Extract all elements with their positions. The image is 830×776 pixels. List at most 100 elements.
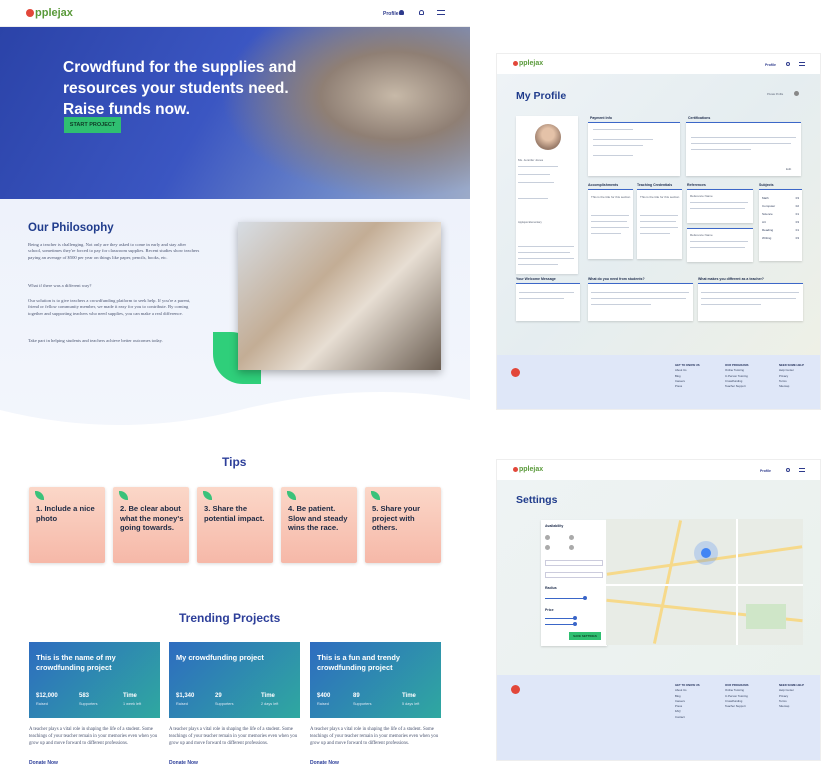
edit-link[interactable]: Edit xyxy=(786,167,791,171)
footer-link[interactable]: Crowdfunding xyxy=(725,699,742,703)
map-view[interactable] xyxy=(606,519,803,645)
placeholder-line xyxy=(518,246,574,248)
philosophy-photo xyxy=(238,222,441,370)
bell-icon[interactable] xyxy=(419,10,424,15)
raised-amount: $1,340 xyxy=(176,693,195,699)
footer-link[interactable]: Press xyxy=(675,384,682,388)
footer-link[interactable]: Teacher Support xyxy=(725,384,746,388)
footer-link[interactable]: Privacy xyxy=(779,694,788,698)
footer-link[interactable]: Careers xyxy=(675,379,685,383)
availability-toggle[interactable] xyxy=(569,535,574,540)
tips-title: Tips xyxy=(222,455,247,469)
top-nav: pplejax Profile xyxy=(497,460,820,480)
placeholder-line xyxy=(518,166,558,168)
philosophy-paragraph: Being a teacher is challenging. Not only… xyxy=(28,242,200,260)
footer-link[interactable]: Teacher Support xyxy=(725,704,746,708)
footer-link[interactable]: In Person Tutoring xyxy=(725,374,748,378)
time-left: 2 days left xyxy=(261,702,279,706)
placeholder-line xyxy=(518,252,570,254)
project-card[interactable]: This is a fun and trendy crowdfunding pr… xyxy=(310,642,441,718)
project-name: My crowdfunding project xyxy=(176,653,264,662)
reference-card: References Reference Name xyxy=(687,183,753,223)
price-slider[interactable] xyxy=(545,624,575,625)
project-card[interactable]: My crowdfunding project $1,340 29 Time R… xyxy=(169,642,300,718)
project-name: This is a fun and trendy crowdfunding pr… xyxy=(317,653,400,672)
footer-link[interactable]: Sitemap xyxy=(779,384,789,388)
location-pin-icon[interactable] xyxy=(701,548,711,558)
subject-count: 02 xyxy=(795,204,799,208)
footer-link[interactable]: Privacy xyxy=(779,374,788,378)
profile-nav-link[interactable]: Profile xyxy=(383,11,399,17)
private-profile-label: Private Profile xyxy=(767,93,784,96)
radius-slider[interactable] xyxy=(545,598,585,599)
map-road xyxy=(606,584,803,586)
donate-now-link[interactable]: Donate Now xyxy=(310,760,339,766)
menu-icon[interactable] xyxy=(799,62,805,66)
footer-link[interactable]: In Person Tutoring xyxy=(725,694,748,698)
private-profile-toggle[interactable] xyxy=(794,91,799,96)
save-settings-button[interactable]: SAVE SETTINGS xyxy=(569,632,601,640)
card-title: What makes you different as a teacher? xyxy=(698,277,764,281)
slider-knob[interactable] xyxy=(583,596,587,600)
footer-column: NEED SOME HELP Help Center Privacy Terms Sit… xyxy=(779,683,805,709)
brand-logo[interactable]: pplejax xyxy=(513,466,543,473)
placeholder-line xyxy=(690,202,748,204)
teaching-credentials-card: Teaching Credentials This is the title f… xyxy=(637,183,682,259)
footer-column: NEED SOME HELP Help Center Privacy Terms Sit… xyxy=(779,363,805,389)
availability-toggle[interactable] xyxy=(545,535,550,540)
slider-knob[interactable] xyxy=(573,622,577,626)
brand-logo[interactable]: pplejax xyxy=(513,60,543,67)
footer-link[interactable]: Terms xyxy=(779,699,787,703)
footer-link[interactable]: Online Tutoring xyxy=(725,368,744,372)
footer-link[interactable]: Crowdfunding xyxy=(725,379,742,383)
footer-link[interactable]: Online Tutoring xyxy=(725,688,744,692)
leaf-icon xyxy=(371,491,380,500)
menu-icon[interactable] xyxy=(437,10,445,15)
footer-link[interactable]: About Us xyxy=(675,368,687,372)
availability-toggle[interactable] xyxy=(545,545,550,550)
user-icon[interactable] xyxy=(399,10,404,15)
footer-column: OUR PROGRAMS Online Tutoring In Person Tut… xyxy=(725,363,749,389)
section-heading: This is the title for this section xyxy=(640,195,680,199)
apple-icon xyxy=(513,60,518,66)
time-label: Time xyxy=(402,693,416,699)
footer-link[interactable]: Terms xyxy=(779,379,787,383)
bell-icon[interactable] xyxy=(786,62,790,66)
reference-name: Reference Name xyxy=(690,233,713,237)
footer-link[interactable]: Blog xyxy=(675,694,681,698)
footer-link[interactable]: Press xyxy=(675,704,682,708)
footer-link[interactable]: Sitemap xyxy=(779,704,789,708)
placeholder-line xyxy=(640,233,670,235)
donate-now-link[interactable]: Donate Now xyxy=(169,760,198,766)
profile-nav-link[interactable]: Profile xyxy=(765,63,776,67)
footer-link[interactable]: Contact xyxy=(675,715,685,719)
brand-logo[interactable]: pplejax xyxy=(26,7,73,19)
bell-icon[interactable] xyxy=(786,468,790,472)
project-description: A teacher plays a vital role in shaping … xyxy=(29,727,158,746)
profile-nav-link[interactable]: Profile xyxy=(760,469,771,473)
footer-link[interactable]: Help Center xyxy=(779,688,794,692)
footer-link[interactable]: Blog xyxy=(675,374,681,378)
select-field[interactable] xyxy=(545,560,603,566)
placeholder-line xyxy=(591,292,689,294)
slider-knob[interactable] xyxy=(573,616,577,620)
card-title: References xyxy=(687,183,706,187)
start-project-button[interactable]: START PROJECT xyxy=(64,117,121,133)
footer-link[interactable]: Help Center xyxy=(779,368,794,372)
subject-name: Science xyxy=(762,212,773,216)
hero-banner: Crowdfund for the supplies and resources… xyxy=(0,27,470,199)
donate-now-link[interactable]: Donate Now xyxy=(29,760,58,766)
menu-icon[interactable] xyxy=(799,468,805,472)
footer-link[interactable]: About Us xyxy=(675,688,687,692)
avatar[interactable] xyxy=(535,124,561,150)
availability-toggle[interactable] xyxy=(569,545,574,550)
footer-link[interactable]: Careers xyxy=(675,699,685,703)
subject-row: Computer 02 xyxy=(762,204,799,208)
tip-text: 1. Include a nice photo xyxy=(36,504,95,523)
select-field[interactable] xyxy=(545,572,603,578)
price-slider[interactable] xyxy=(545,618,575,619)
project-card[interactable]: This is the name of my crowdfunding proj… xyxy=(29,642,160,718)
tip-card: 1. Include a nice photo xyxy=(29,487,105,563)
footer-link[interactable]: FAQ xyxy=(675,709,681,713)
subject-count: 03 xyxy=(795,220,799,224)
